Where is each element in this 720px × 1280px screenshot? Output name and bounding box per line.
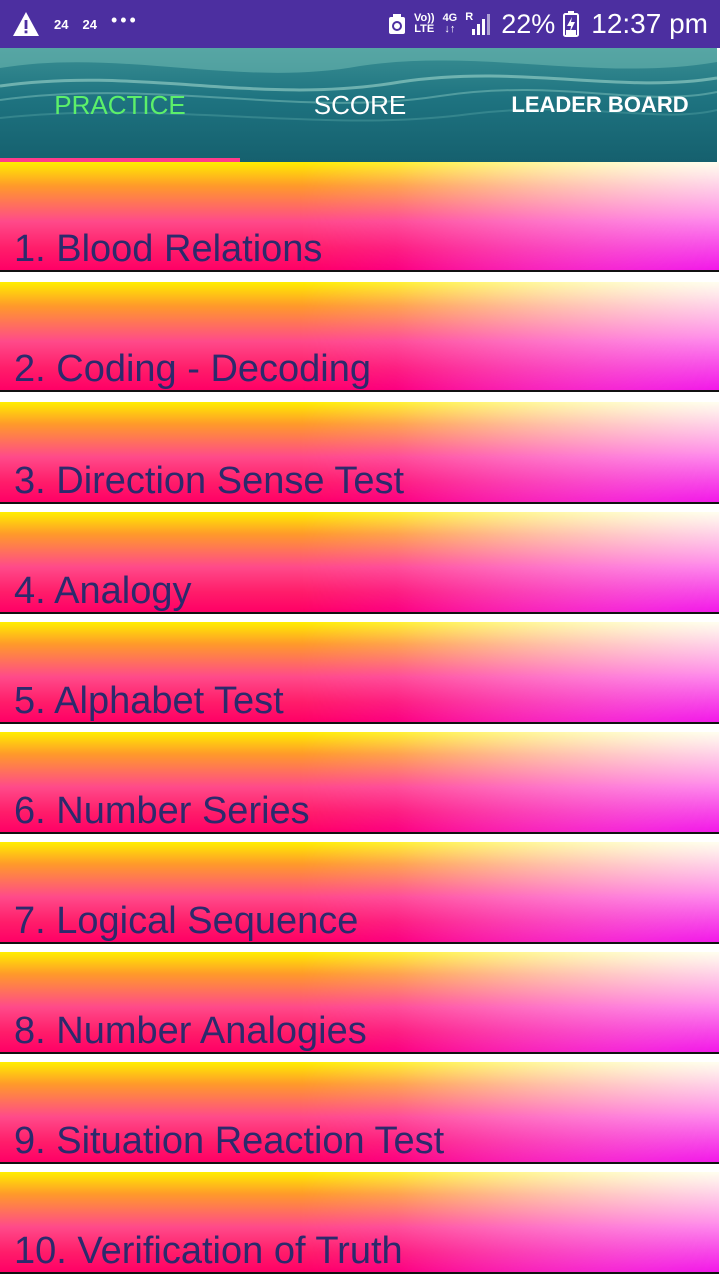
status-bar: 24 24 ••• Vo)) LTE 4G ↓↑ R 22% 12:37 pm [0, 0, 720, 48]
list-item[interactable]: 5. Alphabet Test [0, 622, 719, 724]
network-indicator: 4G ↓↑ [443, 13, 458, 35]
list-item-label: 6. Number Series [14, 790, 310, 832]
list-item[interactable]: 4. Analogy [0, 512, 719, 614]
tab-leader-board[interactable]: LEADER BOARD [480, 48, 717, 162]
tab-bar: PRACTICE SCORE LEADER BOARD [0, 48, 717, 162]
list-item[interactable]: 6. Number Series [0, 732, 719, 834]
list-item-label: 4. Analogy [14, 570, 192, 612]
list-item-label: 10. Verification of Truth [14, 1230, 403, 1272]
notification-count: 24 [54, 16, 69, 32]
list-item-label: 5. Alphabet Test [14, 680, 284, 722]
list-item-label: 7. Logical Sequence [14, 900, 359, 942]
list-item[interactable]: 2. Coding - Decoding [0, 282, 719, 392]
volte-indicator: Vo)) LTE [414, 13, 435, 35]
list-item-label: 3. Direction Sense Test [14, 460, 405, 502]
notification-count: 24 [82, 16, 97, 32]
recycle-icon [388, 14, 405, 34]
warning-icon [13, 12, 39, 36]
list-item-label: 1. Blood Relations [14, 228, 323, 270]
list-item-label: 8. Number Analogies [14, 1010, 367, 1052]
tab-practice[interactable]: PRACTICE [0, 48, 240, 162]
list-item[interactable]: 7. Logical Sequence [0, 842, 719, 944]
list-item[interactable]: 3. Direction Sense Test [0, 402, 719, 504]
status-left: 24 24 ••• [12, 11, 139, 37]
battery-charging-icon [563, 11, 580, 37]
clock: 12:37 pm [591, 8, 708, 39]
battery-percent: 22% [501, 8, 556, 39]
network-arrows: ↓↑ [444, 23, 456, 35]
list-item[interactable]: 9. Situation Reaction Test [0, 1062, 719, 1164]
status-right: Vo)) LTE 4G ↓↑ R 22% 12:37 pm [388, 8, 708, 40]
list-item-label: 2. Coding - Decoding [14, 348, 371, 390]
list-item-label: 9. Situation Reaction Test [14, 1120, 445, 1162]
tab-score[interactable]: SCORE [240, 48, 480, 162]
list-item[interactable]: 10. Verification of Truth [0, 1172, 719, 1274]
list-item[interactable]: 8. Number Analogies [0, 952, 719, 1054]
list-item[interactable]: 1. Blood Relations [0, 162, 719, 272]
volte-bottom: LTE [414, 23, 435, 35]
signal-icon [472, 14, 491, 35]
overflow-dots: ••• [110, 10, 139, 30]
